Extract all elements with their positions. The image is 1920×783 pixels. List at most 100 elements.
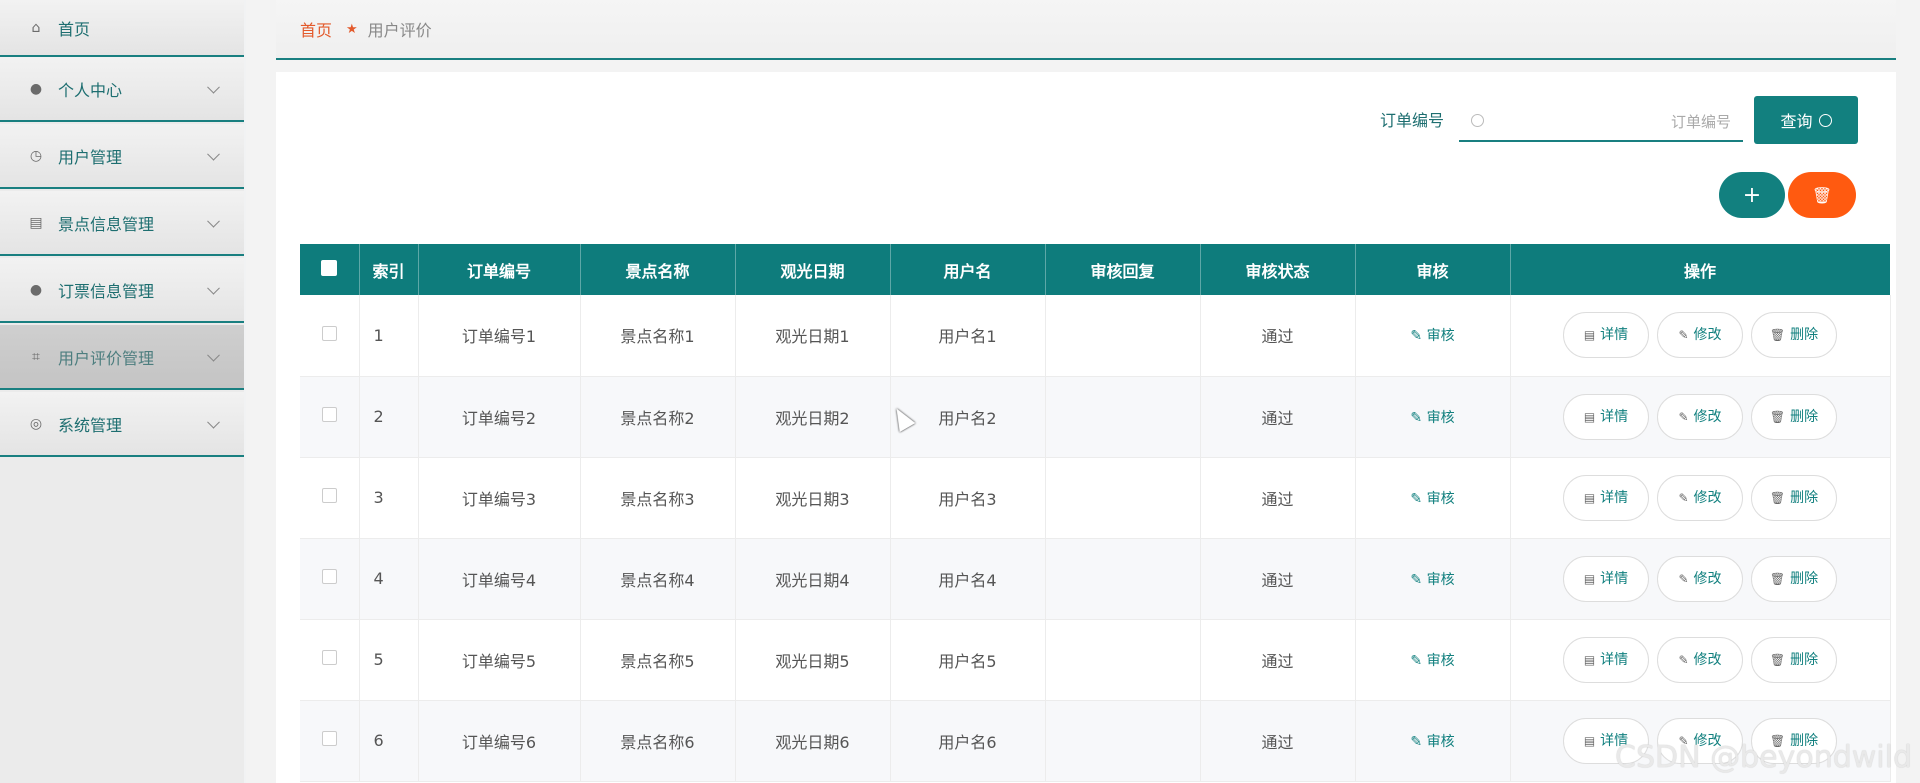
edit-label: 修改 — [1693, 327, 1722, 344]
row-checkbox[interactable] — [321, 569, 337, 584]
checkbox-icon[interactable] — [321, 259, 338, 276]
row-checkbox[interactable] — [321, 650, 337, 665]
delete-button[interactable]: 🗑 删除 — [1751, 474, 1837, 521]
sidebar-item-0[interactable]: ⌂ 首页 — [0, 0, 244, 57]
document-icon: ▤ — [1583, 571, 1596, 586]
edit-label: 修改 — [1693, 489, 1722, 506]
chevron-down-icon — [207, 80, 220, 94]
delete-label: 删除 — [1790, 327, 1819, 344]
audit-link[interactable]: ✎ 审核 — [1410, 328, 1454, 344]
cell-date: 观光日期4 — [735, 538, 891, 620]
cell-spot: 景点名称3 — [580, 457, 736, 539]
delete-button[interactable]: 🗑 删除 — [1751, 636, 1837, 683]
detail-button[interactable]: ▤ 详情 — [1563, 474, 1649, 521]
lightbulb-icon: ● — [29, 281, 43, 298]
cell-spot: 景点名称4 — [580, 538, 736, 620]
pencil-icon: ✎ — [1678, 571, 1689, 586]
search-button-label: 查询 — [1780, 114, 1813, 131]
cell-operations: ▤ 详情 ✎ 修改 🗑 删除 — [1510, 295, 1891, 377]
audit-label: 审核 — [1426, 571, 1455, 588]
add-button[interactable]: + — [1719, 172, 1785, 218]
edit-button[interactable]: ✎ 修改 — [1657, 474, 1743, 521]
detail-button[interactable]: ▤ 详情 — [1563, 555, 1649, 602]
sidebar-item-1[interactable]: ● 个人中心 — [0, 57, 244, 122]
audit-link[interactable]: ✎ 审核 — [1410, 491, 1454, 507]
audit-link[interactable]: ✎ 审核 — [1410, 653, 1454, 669]
table-row: 1 订单编号1 景点名称1 观光日期1 用户名1 通过 ✎ 审核 ▤ 详情 ✎ 修改 🗑 删除 — [300, 295, 1891, 377]
document-icon: ▤ — [1583, 328, 1596, 343]
cell-date: 观光日期5 — [735, 619, 891, 701]
delete-label: 删除 — [1790, 408, 1819, 425]
sidebar-item-2[interactable]: ◷ 用户管理 — [0, 124, 244, 189]
row-checkbox-cell[interactable] — [300, 538, 360, 620]
user-icon: ● — [29, 80, 43, 97]
sidebar-item-label: 个人中心 — [58, 80, 123, 100]
audit-label: 审核 — [1426, 733, 1455, 750]
table-row: 5 订单编号5 景点名称5 观光日期5 用户名5 通过 ✎ 审核 ▤ 详情 ✎ 修改 🗑 删除 — [300, 619, 1891, 701]
audit-link[interactable]: ✎ 审核 — [1410, 410, 1454, 426]
document-icon: ▤ — [1583, 733, 1596, 748]
cell-reply — [1045, 376, 1201, 458]
delete-button[interactable]: 🗑 删除 — [1751, 312, 1837, 359]
edit-button[interactable]: ✎ 修改 — [1657, 393, 1743, 440]
search-input[interactable] — [1495, 110, 1731, 134]
cell-audit: ✎ 审核 — [1355, 457, 1511, 539]
detail-button[interactable]: ▤ 详情 — [1563, 393, 1649, 440]
detail-button[interactable]: ▤ 详情 — [1563, 312, 1649, 359]
row-checkbox-cell[interactable] — [300, 457, 360, 539]
audit-label: 审核 — [1426, 328, 1455, 345]
detail-label: 详情 — [1600, 651, 1629, 668]
sidebar-item-label: 景点信息管理 — [58, 214, 155, 234]
batch-delete-button[interactable]: 🗑 — [1788, 172, 1856, 218]
delete-label: 删除 — [1790, 570, 1819, 587]
chevron-down-icon — [207, 214, 220, 228]
pencil-icon: ✎ — [1678, 490, 1689, 505]
column-header: 审核回复 — [1045, 244, 1201, 295]
cell-index: 2 — [359, 376, 419, 458]
sidebar-item-3[interactable]: ▤ 景点信息管理 — [0, 191, 244, 256]
search-field[interactable] — [1459, 102, 1743, 142]
select-all-checkbox[interactable] — [300, 244, 360, 295]
breadcrumb-home[interactable]: 首页 — [300, 17, 332, 41]
row-checkbox[interactable] — [321, 488, 337, 503]
search-icon — [1818, 113, 1832, 127]
column-header: 用户名 — [890, 244, 1046, 295]
delete-button[interactable]: 🗑 删除 — [1751, 555, 1837, 602]
cell-order: 订单编号5 — [418, 619, 581, 701]
pencil-icon: ✎ — [1410, 328, 1427, 345]
sidebar: ⌂ 首页 ● 个人中心 ◷ 用户管理 ▤ 景点信息管理 ● 订票信息管理 ⌗ 用户评价管理 ◎ 系统管理 — [0, 0, 244, 783]
edit-button[interactable]: ✎ 修改 — [1657, 555, 1743, 602]
audit-label: 审核 — [1426, 409, 1455, 426]
edit-button[interactable]: ✎ 修改 — [1657, 312, 1743, 359]
document-icon: ▤ — [1583, 409, 1596, 424]
sidebar-item-6[interactable]: ◎ 系统管理 — [0, 392, 244, 457]
row-checkbox[interactable] — [321, 407, 337, 422]
row-checkbox[interactable] — [321, 731, 337, 746]
row-checkbox-cell[interactable] — [300, 619, 360, 701]
audit-link[interactable]: ✎ 审核 — [1410, 734, 1454, 750]
audit-link[interactable]: ✎ 审核 — [1410, 572, 1454, 588]
sidebar-item-label: 用户评价管理 — [58, 348, 155, 368]
row-checkbox-cell[interactable] — [300, 295, 360, 377]
pencil-icon: ✎ — [1410, 490, 1427, 507]
cell-date: 观光日期2 — [735, 376, 891, 458]
trash-icon: 🗑 — [1769, 571, 1786, 586]
edit-button[interactable]: ✎ 修改 — [1657, 636, 1743, 683]
sidebar-item-5[interactable]: ⌗ 用户评价管理 — [0, 325, 244, 390]
cell-reply — [1045, 700, 1201, 782]
cell-spot: 景点名称1 — [580, 295, 736, 377]
sidebar-item-4[interactable]: ● 订票信息管理 — [0, 258, 244, 323]
delete-button[interactable]: 🗑 删除 — [1751, 393, 1837, 440]
row-checkbox-cell[interactable] — [300, 376, 360, 458]
trash-icon: 🗑 — [1769, 409, 1786, 424]
detail-label: 详情 — [1600, 327, 1629, 344]
row-checkbox[interactable] — [321, 325, 337, 341]
pencil-icon: ✎ — [1410, 733, 1427, 750]
search-button[interactable]: 查询 — [1754, 96, 1858, 144]
cell-user: 用户名6 — [890, 700, 1046, 782]
home-icon: ⌂ — [31, 19, 41, 36]
detail-button[interactable]: ▤ 详情 — [1563, 636, 1649, 683]
row-checkbox-cell[interactable] — [300, 700, 360, 782]
clipboard-icon: ▤ — [29, 214, 43, 231]
cell-operations: ▤ 详情 ✎ 修改 🗑 删除 — [1510, 457, 1891, 539]
